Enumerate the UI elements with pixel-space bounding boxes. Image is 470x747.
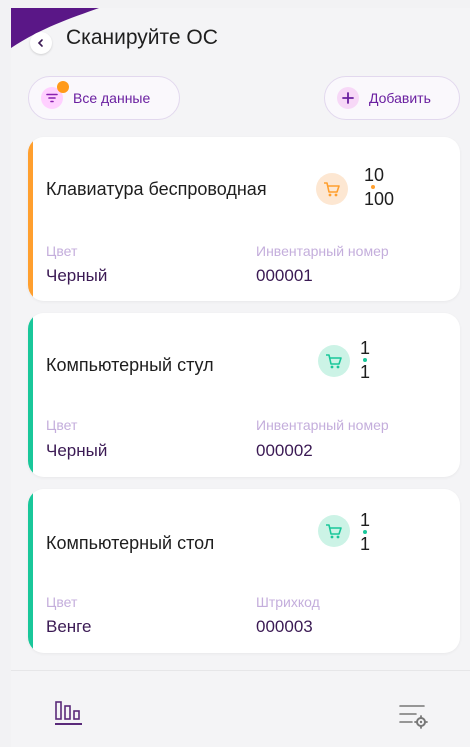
cart-icon: [316, 173, 348, 205]
list-settings-icon[interactable]: [398, 703, 428, 729]
all-data-filter-button[interactable]: Все данные: [28, 76, 180, 120]
item-card[interactable]: Клавиатура беспроводная 10 100 Цвет Черн…: [28, 137, 460, 301]
field-value: 000002: [256, 441, 313, 460]
cart-icon: [318, 515, 350, 547]
bottom-navigation: [11, 670, 470, 747]
field-label: Штрихкод: [256, 594, 320, 610]
field-value: 000001: [256, 266, 313, 285]
quantity-indicator: 10 100: [364, 166, 394, 208]
add-label: Добавить: [369, 90, 431, 106]
status-bar: [28, 137, 33, 301]
field-value: Черный: [46, 266, 108, 285]
add-button[interactable]: Добавить: [324, 76, 460, 120]
item-name: Клавиатура беспроводная: [46, 179, 267, 199]
field-value: 000003: [256, 617, 313, 636]
item-name: Компьютерный стол: [46, 533, 215, 553]
item-card[interactable]: Компьютерный стол 1 1 Цвет Венге Штрихко…: [28, 489, 460, 653]
field-label: Инвентарный номер: [256, 417, 389, 433]
quantity-indicator: 1 1: [360, 511, 390, 553]
app-screen: Сканируйте ОС Все данные Добавить Клавиа…: [11, 8, 470, 747]
qty-scanned: 10: [364, 165, 385, 185]
field-label: Цвет: [46, 243, 78, 259]
cart-icon: [318, 345, 350, 377]
status-bar: [28, 313, 33, 477]
page-title: Сканируйте ОС: [66, 26, 218, 49]
qty-scanned: 1: [360, 338, 371, 358]
field-label: Инвентарный номер: [256, 243, 389, 259]
status-bar: [28, 489, 33, 653]
notification-dot: [57, 81, 69, 93]
field-label: Цвет: [46, 417, 78, 433]
filter-icon: [41, 81, 69, 109]
item-card[interactable]: Компьютерный стул 1 1 Цвет Черный Инвент…: [28, 313, 460, 477]
bar-chart-icon[interactable]: [54, 698, 88, 728]
field-value: Черный: [46, 441, 108, 460]
item-name: Компьютерный стул: [46, 355, 214, 375]
field-value: Венге: [46, 617, 92, 636]
all-data-label: Все данные: [73, 90, 151, 106]
chevron-left-icon: [37, 39, 43, 47]
field-label: Цвет: [46, 594, 78, 610]
qty-total: 100: [364, 189, 395, 209]
back-button[interactable]: [30, 32, 52, 54]
qty-total: 1: [360, 534, 371, 554]
header: Сканируйте ОС: [11, 22, 470, 58]
qty-scanned: 1: [360, 510, 371, 530]
plus-icon: [337, 87, 359, 109]
quantity-indicator: 1 1: [360, 339, 390, 381]
qty-total: 1: [360, 362, 371, 382]
